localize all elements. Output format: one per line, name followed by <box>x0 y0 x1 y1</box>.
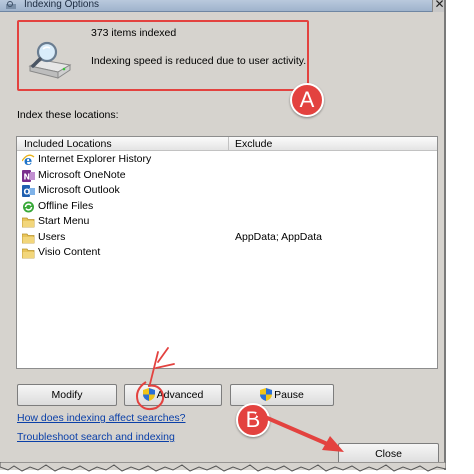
pause-button[interactable]: Pause <box>230 384 334 406</box>
list-header: Included Locations Exclude <box>17 137 437 151</box>
internet-explorer-icon: e <box>22 154 35 166</box>
included-location: Start Menu <box>38 215 90 227</box>
troubleshoot-link[interactable]: Troubleshoot search and indexing <box>17 431 175 443</box>
included-location: Visio Content <box>38 246 101 258</box>
column-header-exclude[interactable]: Exclude <box>229 137 439 151</box>
list-item[interactable]: O Microsoft Outlook <box>17 183 437 199</box>
svg-text:O: O <box>24 188 31 197</box>
list-item[interactable]: Start Menu <box>17 214 437 230</box>
exclude-value: AppData; AppData <box>235 230 322 243</box>
included-location: Users <box>38 230 66 243</box>
list-item[interactable]: e Internet Explorer History <box>17 152 437 168</box>
sync-icon <box>23 201 34 212</box>
title-bar: Indexing Options ✕ <box>0 0 444 12</box>
locations-list[interactable]: Included Locations Exclude e Internet Ex… <box>16 136 438 369</box>
list-item[interactable]: Offline Files <box>17 199 437 215</box>
list-item[interactable]: Visio Content <box>17 245 437 261</box>
included-location: Microsoft Outlook <box>38 184 120 196</box>
outlook-icon: O <box>22 185 35 197</box>
column-header-included[interactable]: Included Locations <box>17 137 229 151</box>
index-locations-label: Index these locations: <box>17 109 119 121</box>
folder-icon <box>22 248 35 259</box>
svg-text:N: N <box>24 172 31 181</box>
modify-button[interactable]: Modify <box>17 384 117 406</box>
window-title: Indexing Options <box>24 0 100 10</box>
list-item[interactable]: Users AppData; AppData <box>17 230 437 246</box>
how-indexing-link[interactable]: How does indexing affect searches? <box>17 412 186 424</box>
indexing-options-window: Indexing Options ✕ 373 items indexed Ind… <box>0 0 446 470</box>
list-item[interactable]: N Microsoft OneNote <box>17 168 437 184</box>
window-close-button[interactable]: ✕ <box>432 0 444 12</box>
included-location: Microsoft OneNote <box>38 168 126 181</box>
advanced-button[interactable]: Advanced <box>124 384 222 406</box>
annotation-marker-a: A <box>290 83 324 117</box>
advanced-button-label: Advanced <box>156 389 204 401</box>
folder-icon <box>22 217 35 228</box>
indexing-icon <box>6 1 16 9</box>
annotation-highlight-box <box>17 20 309 91</box>
folder-icon <box>22 233 35 243</box>
annotation-marker-b: B <box>236 403 270 437</box>
included-location: Offline Files <box>38 199 94 212</box>
uac-shield-icon <box>142 388 155 401</box>
torn-edge-decoration <box>0 462 446 472</box>
included-location: Internet Explorer History <box>38 153 152 165</box>
pause-button-label: Pause <box>274 389 304 401</box>
uac-shield-icon <box>260 388 273 401</box>
onenote-icon: N <box>22 169 35 182</box>
